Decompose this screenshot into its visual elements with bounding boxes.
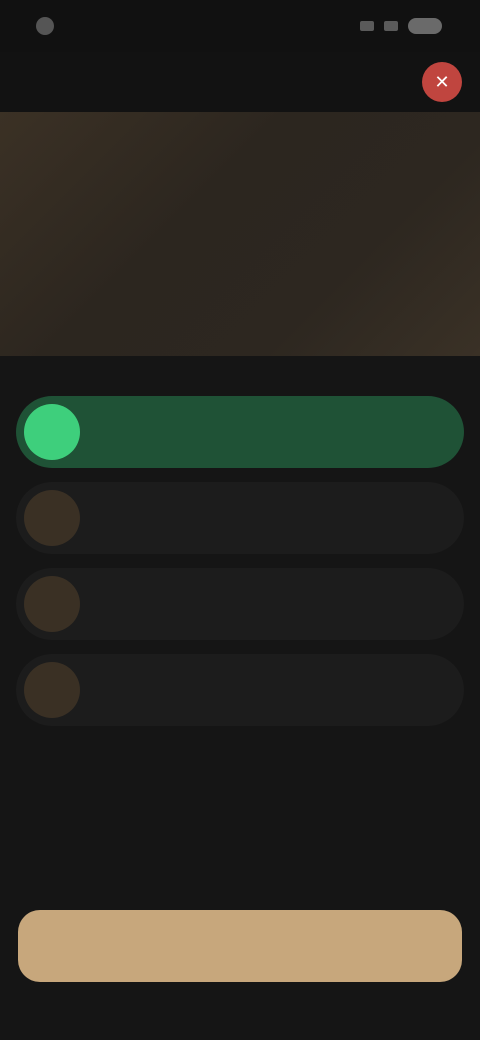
wifi-icon: [384, 21, 398, 31]
battery-icon: [408, 18, 442, 34]
header: ✕: [0, 52, 480, 112]
continue-button[interactable]: [18, 910, 462, 982]
answer-option-1[interactable]: [16, 396, 464, 468]
answer-option-2[interactable]: [16, 482, 464, 554]
question-panel: [0, 112, 480, 356]
status-icon: [36, 17, 54, 35]
option-badge: [24, 404, 80, 460]
option-badge: [24, 576, 80, 632]
close-button[interactable]: ✕: [422, 62, 462, 102]
answer-options: [16, 396, 464, 726]
check-icon: [422, 422, 442, 442]
option-badge: [24, 490, 80, 546]
status-bar: [0, 0, 480, 52]
status-right: [360, 18, 452, 34]
status-left: [36, 17, 64, 35]
option-badge: [24, 662, 80, 718]
signal-icon: [360, 21, 374, 31]
answer-option-4[interactable]: [16, 654, 464, 726]
answer-option-3[interactable]: [16, 568, 464, 640]
quiz-screen: ✕: [0, 0, 480, 1040]
close-icon: ✕: [434, 71, 450, 93]
